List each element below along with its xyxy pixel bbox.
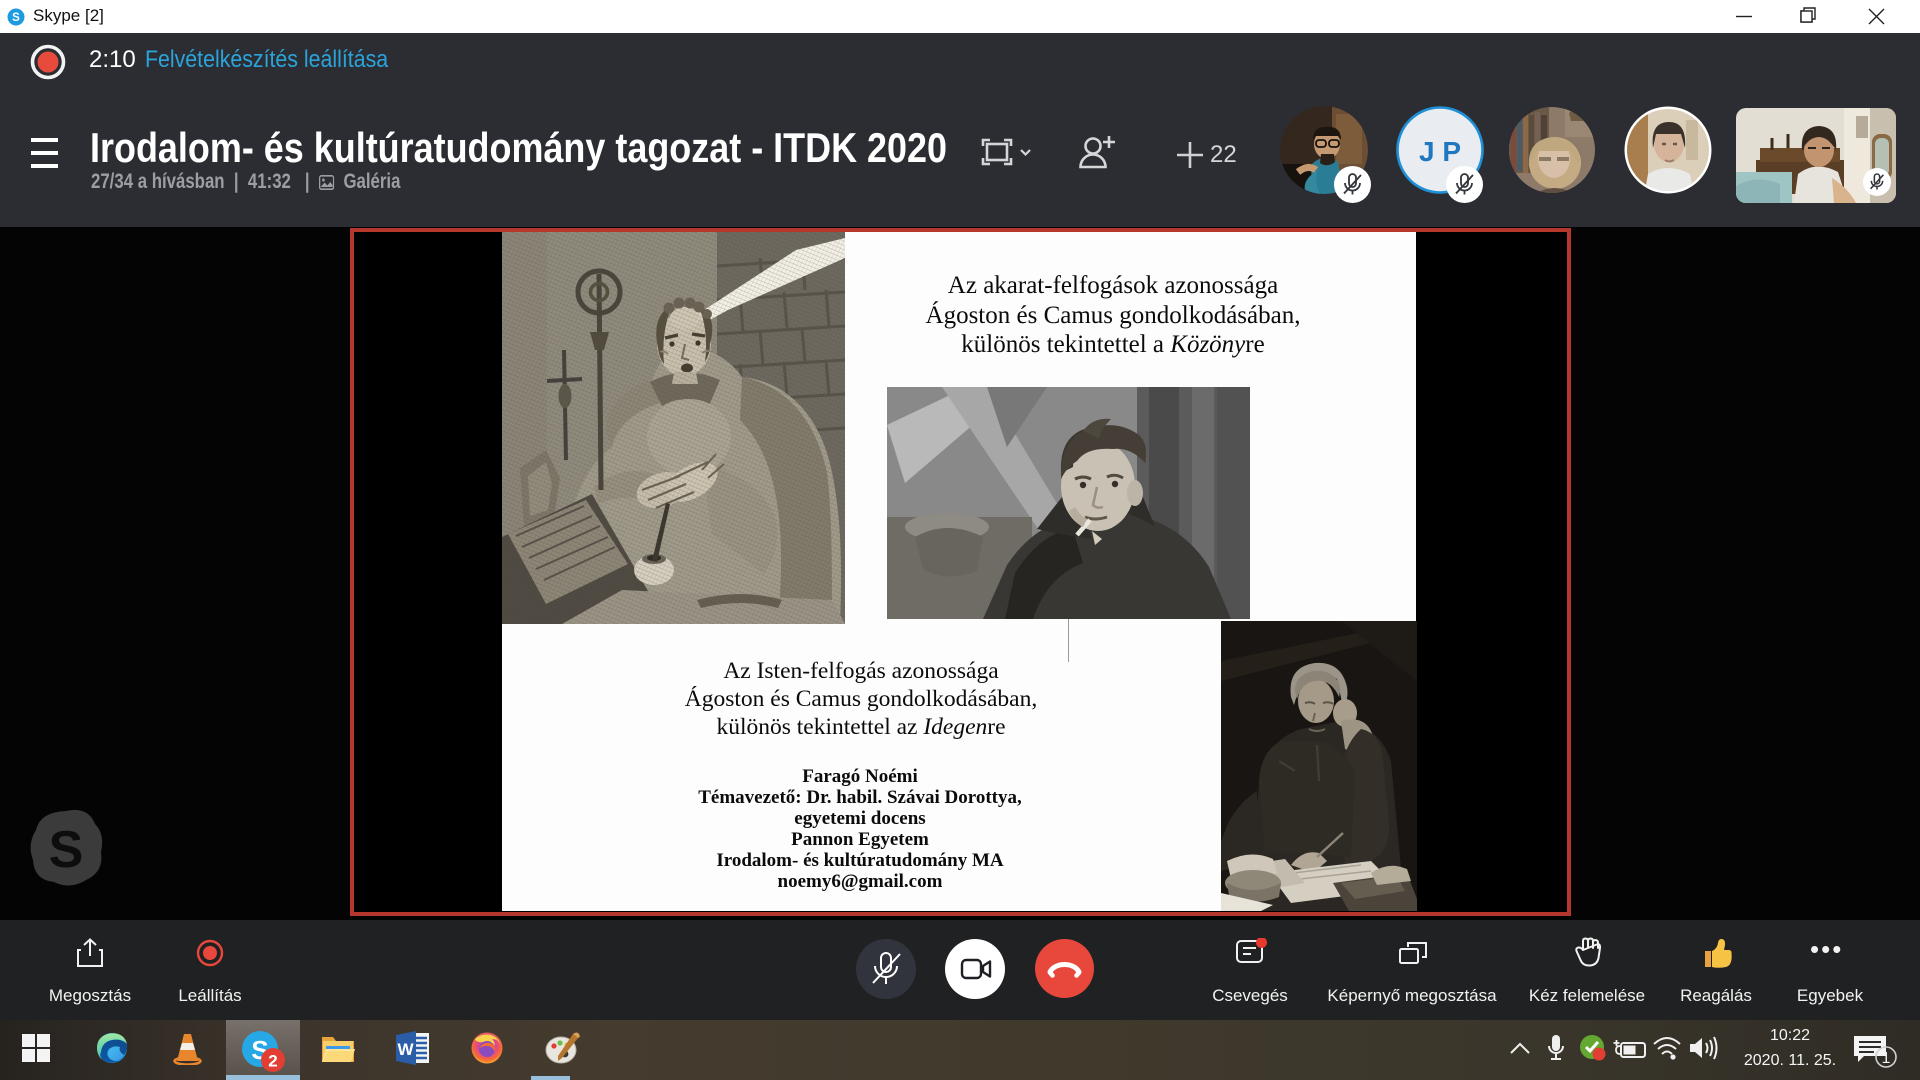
svg-text:W: W <box>397 1040 414 1059</box>
svg-text:J P: J P <box>1419 136 1461 167</box>
svg-text:2: 2 <box>268 1052 277 1071</box>
svg-text:S: S <box>49 821 84 879</box>
svg-text:S: S <box>12 12 20 24</box>
svg-text:1: 1 <box>1882 1050 1891 1067</box>
